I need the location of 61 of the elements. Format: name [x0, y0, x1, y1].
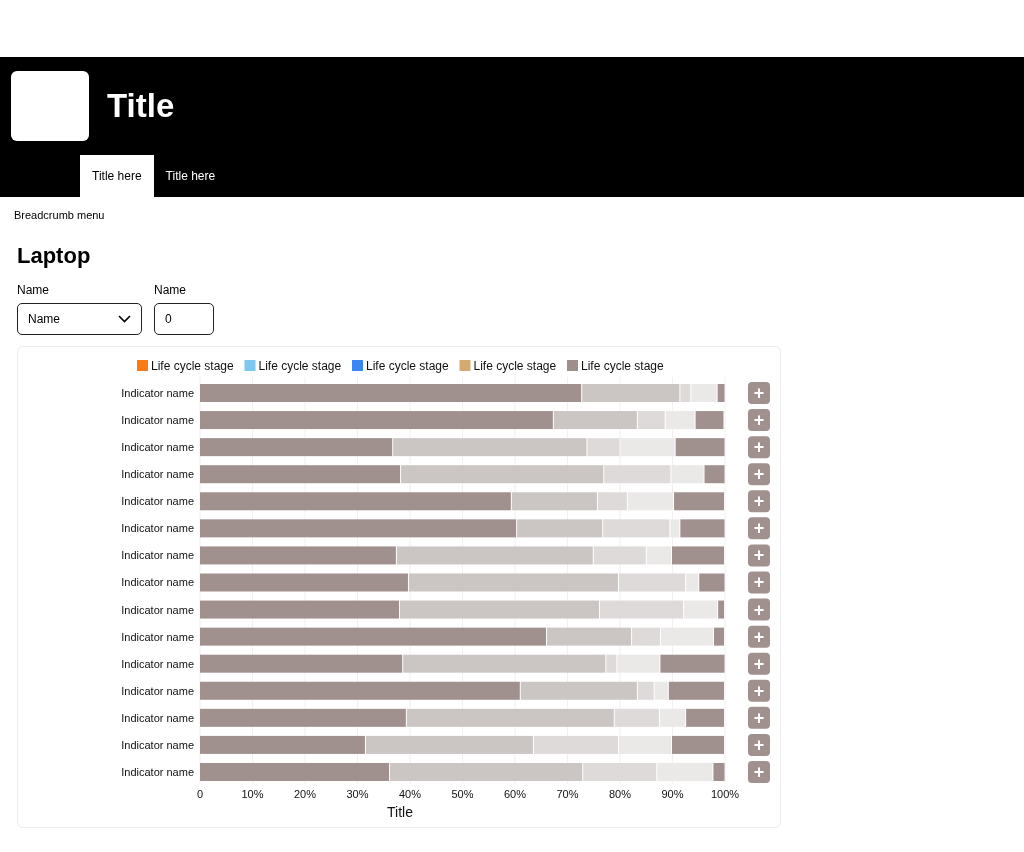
- add-button[interactable]: +: [748, 463, 770, 486]
- add-button[interactable]: +: [748, 679, 770, 702]
- axis-tick-label: 70%: [556, 788, 579, 800]
- bar-segment: [675, 438, 725, 457]
- number-field[interactable]: 0: [154, 303, 214, 335]
- add-button[interactable]: +: [748, 598, 770, 621]
- indicator-label: Indicator name: [121, 387, 194, 399]
- indicator-label: Indicator name: [121, 603, 194, 616]
- indicator-label: Indicator name: [121, 630, 194, 643]
- nav-tab[interactable]: Title here: [80, 155, 154, 197]
- legend-label: Life cycle stage: [151, 359, 234, 373]
- indicator-label: Indicator name: [121, 549, 194, 562]
- legend-label: Life cycle stage: [258, 359, 342, 373]
- axis-tick-label: 60%: [504, 788, 526, 800]
- add-button[interactable]: +: [748, 544, 770, 567]
- chevron-down-icon: [118, 315, 131, 323]
- field-label: Name: [17, 283, 50, 297]
- axis-tick-label: 40%: [399, 788, 421, 800]
- add-button[interactable]: +: [748, 436, 770, 459]
- field-label: Name: [154, 283, 187, 297]
- add-button[interactable]: +: [748, 517, 770, 540]
- bar-segment: [695, 411, 724, 430]
- indicator-label: Indicator name: [121, 657, 194, 670]
- axis-tick-label: 10%: [241, 788, 264, 800]
- indicator-label: Indicator name: [121, 468, 194, 481]
- indicator-label: Indicator name: [121, 684, 194, 697]
- indicator-label: Indicator name: [121, 441, 194, 454]
- axis-tick-label: 0: [196, 788, 204, 800]
- axis-tick-label: 30%: [346, 788, 369, 800]
- axis-tick-label: 50%: [451, 788, 474, 800]
- indicator-label: Indicator name: [121, 414, 194, 427]
- indicator-label: Indicator name: [121, 766, 194, 778]
- add-button[interactable]: +: [748, 761, 770, 783]
- add-button[interactable]: +: [748, 409, 770, 432]
- indicator-label: Indicator name: [121, 576, 194, 589]
- add-button[interactable]: +: [748, 706, 770, 729]
- dropdown[interactable]: Name: [17, 303, 142, 335]
- indicator-label: Indicator name: [121, 522, 194, 535]
- bar-segment: [672, 735, 724, 754]
- add-button[interactable]: +: [748, 733, 770, 756]
- bar-segment: [674, 492, 724, 511]
- axis-tick-label: 20%: [294, 788, 316, 800]
- bar-segment: [686, 708, 724, 727]
- indicator-label: Indicator name: [121, 738, 194, 751]
- axis-tick-label: 80%: [609, 788, 631, 800]
- add-button[interactable]: +: [748, 652, 770, 675]
- indicator-label: Indicator name: [121, 495, 194, 508]
- legend-label: Life cycle stage: [366, 359, 449, 373]
- legend-label: Life cycle stage: [581, 359, 664, 373]
- axis-title: Title: [387, 804, 413, 820]
- add-button[interactable]: +: [748, 490, 770, 513]
- axis-tick-label: 90%: [661, 788, 684, 800]
- add-button[interactable]: +: [748, 571, 770, 594]
- add-button[interactable]: +: [748, 382, 770, 404]
- legend-label: Life cycle stage: [473, 359, 557, 373]
- add-button[interactable]: +: [748, 625, 770, 648]
- app-title: Title: [107, 87, 175, 125]
- page-title: Laptop: [17, 243, 92, 269]
- axis-tick-label: 100%: [710, 788, 740, 800]
- indicator-label: Indicator name: [121, 711, 194, 724]
- breadcrumb[interactable]: Breadcrumb menu: [14, 209, 105, 221]
